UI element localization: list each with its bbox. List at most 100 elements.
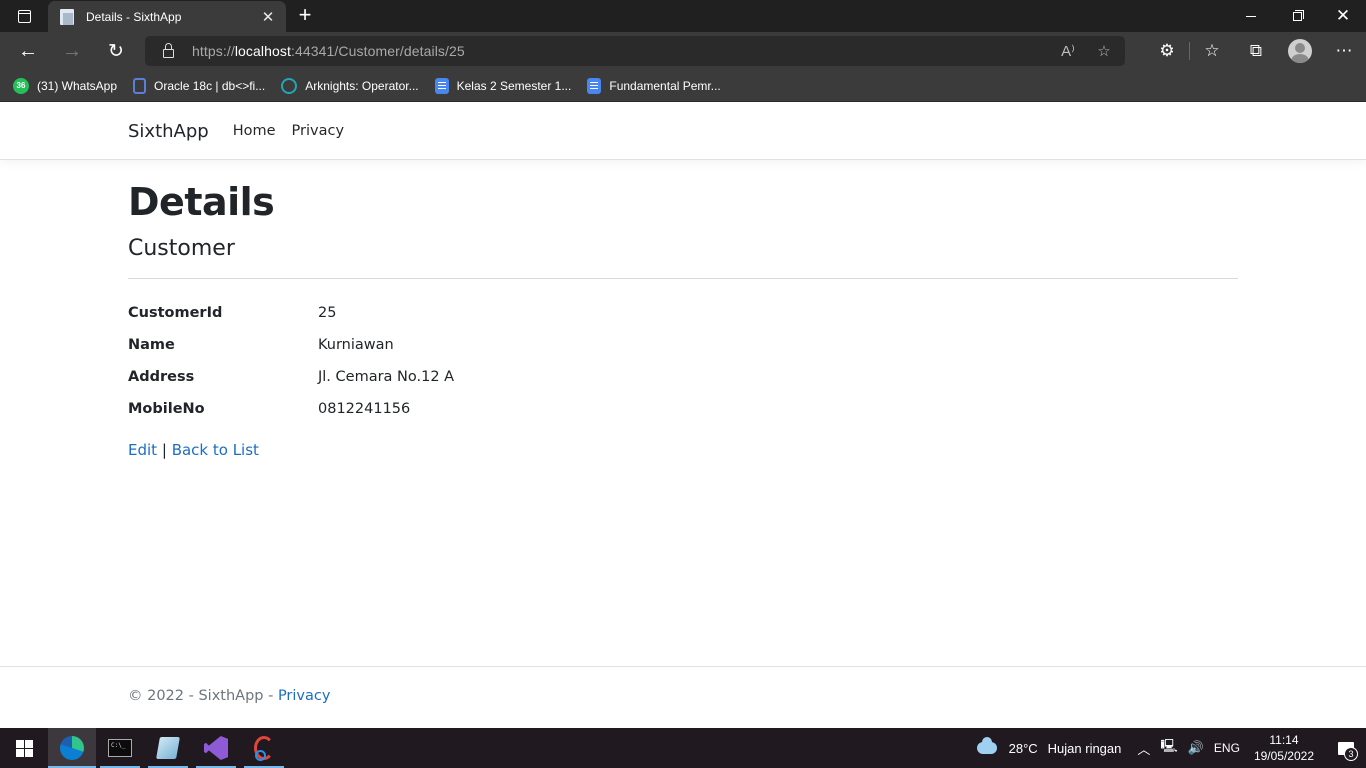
profile-avatar[interactable]	[1288, 39, 1312, 63]
weather-description[interactable]: Hujan ringan	[1048, 741, 1122, 756]
bookmark-label: Fundamental Pemr...	[609, 78, 721, 93]
taskbar-app-visual-studio[interactable]	[192, 728, 240, 768]
brand-link[interactable]: SixthApp	[128, 121, 209, 142]
notification-count-badge: 3	[1344, 747, 1358, 761]
bookmark-label: Kelas 2 Semester 1...	[456, 78, 572, 93]
url-text[interactable]: https://localhost:44341/Customer/details…	[192, 43, 465, 59]
back-button[interactable]: ←	[13, 37, 43, 65]
windows-logo-icon	[15, 739, 33, 757]
google-docs-icon	[434, 77, 449, 94]
notepad-icon	[156, 737, 180, 759]
database-icon	[133, 77, 147, 94]
web-page: SixthApp Home Privacy Details Customer C…	[0, 103, 1366, 728]
add-favorite-icon[interactable]: ☆	[1093, 42, 1115, 60]
back-to-list-link[interactable]: Back to List	[172, 441, 259, 459]
close-window-button[interactable]: ✕	[1320, 0, 1366, 32]
clock-time: 11:14	[1269, 733, 1299, 747]
cmd-icon: C:\_	[108, 739, 132, 757]
lock-icon[interactable]	[163, 43, 174, 58]
bookmark-label: (31) WhatsApp	[37, 78, 118, 93]
whatsapp-icon: 36	[13, 77, 29, 94]
footer-privacy-link[interactable]: Privacy	[278, 688, 331, 704]
actions: Edit | Back to List	[128, 441, 1238, 459]
notification-center-button[interactable]: 3	[1326, 728, 1366, 768]
bookmark-whatsapp[interactable]: 36 (31) WhatsApp	[13, 77, 118, 94]
minimize-icon	[1246, 15, 1256, 17]
close-icon: ✕	[1335, 6, 1351, 25]
address-bar[interactable]: https://localhost:44341/Customer/details…	[145, 36, 1125, 66]
taskbar-app-notepad[interactable]	[144, 728, 192, 768]
forward-button[interactable]: →	[57, 37, 87, 65]
bookmark-oracle[interactable]: Oracle 18c | db<>fi...	[133, 77, 266, 94]
taskbar-app-edge[interactable]	[48, 728, 96, 768]
main-content: Details Customer CustomerId 25 Name Kurn…	[128, 178, 1238, 459]
nav-link-privacy[interactable]: Privacy	[292, 123, 345, 139]
snipping-tool-icon	[254, 736, 274, 761]
field-label: Address	[128, 369, 195, 385]
field-label: CustomerId	[128, 305, 223, 321]
browser-tab-active[interactable]: Details - SixthApp ✕	[48, 1, 286, 32]
show-hidden-icons-icon[interactable]: ︿	[1137, 739, 1150, 758]
google-docs-icon	[587, 77, 602, 94]
taskbar-app-cmd[interactable]: C:\_	[96, 728, 144, 768]
tab-actions-button[interactable]	[10, 6, 38, 26]
collections-icon[interactable]: ⧉	[1234, 41, 1278, 61]
clock[interactable]: 11:14 19/05/2022	[1254, 732, 1314, 764]
bookmark-arknights[interactable]: Arknights: Operator...	[281, 77, 419, 94]
windows-taskbar: C:\_ 28°C Hujan ringan ︿ 🖳 🔊 ENG 11:14 1…	[0, 728, 1366, 768]
tab-close-icon[interactable]: ✕	[260, 8, 276, 26]
window-controls: ✕	[1228, 0, 1366, 32]
copyright-text: © 2022 - SixthApp -	[128, 688, 278, 704]
network-icon[interactable]: 🖳	[1160, 737, 1177, 759]
divider	[128, 278, 1238, 279]
detail-row-customerid: CustomerId 25	[128, 297, 1238, 329]
refresh-button[interactable]: ↻	[101, 37, 131, 65]
volume-icon[interactable]: 🔊	[1188, 740, 1204, 756]
refresh-icon: ↻	[108, 40, 124, 62]
link-separator: |	[161, 441, 167, 459]
bookmark-label: Oracle 18c | db<>fi...	[154, 78, 266, 93]
system-tray: 28°C Hujan ringan ︿ 🖳 🔊 ENG 11:14 19/05/…	[976, 728, 1366, 768]
field-label: Name	[128, 337, 175, 353]
new-tab-button[interactable]: +	[294, 4, 316, 26]
field-value: 25	[318, 305, 337, 321]
edit-link[interactable]: Edit	[128, 441, 157, 459]
start-button[interactable]	[0, 728, 48, 768]
field-value: 0812241156	[318, 401, 411, 417]
details-list: CustomerId 25 Name Kurniawan Address Jl.…	[128, 297, 1238, 425]
more-options-icon[interactable]: ⋯	[1322, 41, 1366, 61]
minimize-button[interactable]	[1228, 0, 1274, 32]
arknights-icon	[281, 77, 298, 94]
tab-actions-icon	[17, 9, 31, 23]
taskbar-app-snipping-tool[interactable]	[240, 728, 288, 768]
extensions-icon[interactable]: ⚙	[1145, 41, 1189, 61]
visual-studio-icon	[204, 736, 228, 760]
bookmark-kelas[interactable]: Kelas 2 Semester 1...	[434, 77, 572, 94]
field-value: Kurniawan	[318, 337, 394, 353]
edge-icon	[60, 736, 84, 760]
restore-button[interactable]	[1274, 0, 1320, 32]
arrow-right-icon: →	[62, 39, 82, 62]
bookmark-label: Arknights: Operator...	[305, 78, 419, 93]
bookmarks-bar: 36 (31) WhatsApp Oracle 18c | db<>fi... …	[0, 70, 1366, 102]
bookmark-fundamental[interactable]: Fundamental Pemr...	[587, 77, 721, 94]
language-indicator[interactable]: ENG	[1214, 741, 1240, 755]
favorites-icon[interactable]: ☆	[1190, 41, 1234, 61]
weather-temperature[interactable]: 28°C	[1009, 741, 1038, 756]
browser-titlebar: Details - SixthApp ✕ + ✕	[0, 0, 1366, 32]
url-path: :44341/Customer/details/25	[290, 43, 465, 59]
arrow-left-icon: ←	[18, 39, 38, 62]
weather-cloud-icon[interactable]	[976, 737, 997, 754]
tab-title: Details - SixthApp	[86, 9, 182, 24]
restore-icon	[1292, 9, 1304, 21]
nav-link-home[interactable]: Home	[233, 123, 276, 139]
site-footer: © 2022 - SixthApp - Privacy	[0, 666, 1366, 728]
read-aloud-icon[interactable]: A⁾	[1057, 42, 1079, 60]
detail-row-name: Name Kurniawan	[128, 329, 1238, 361]
page-title: Details	[128, 180, 275, 224]
browser-toolbar: ← → ↻ https://localhost:44341/Customer/d…	[0, 32, 1366, 70]
page-subtitle: Customer	[128, 236, 235, 261]
url-scheme: https://	[192, 43, 235, 59]
page-favicon-icon	[60, 8, 74, 25]
field-value: Jl. Cemara No.12 A	[318, 369, 455, 385]
